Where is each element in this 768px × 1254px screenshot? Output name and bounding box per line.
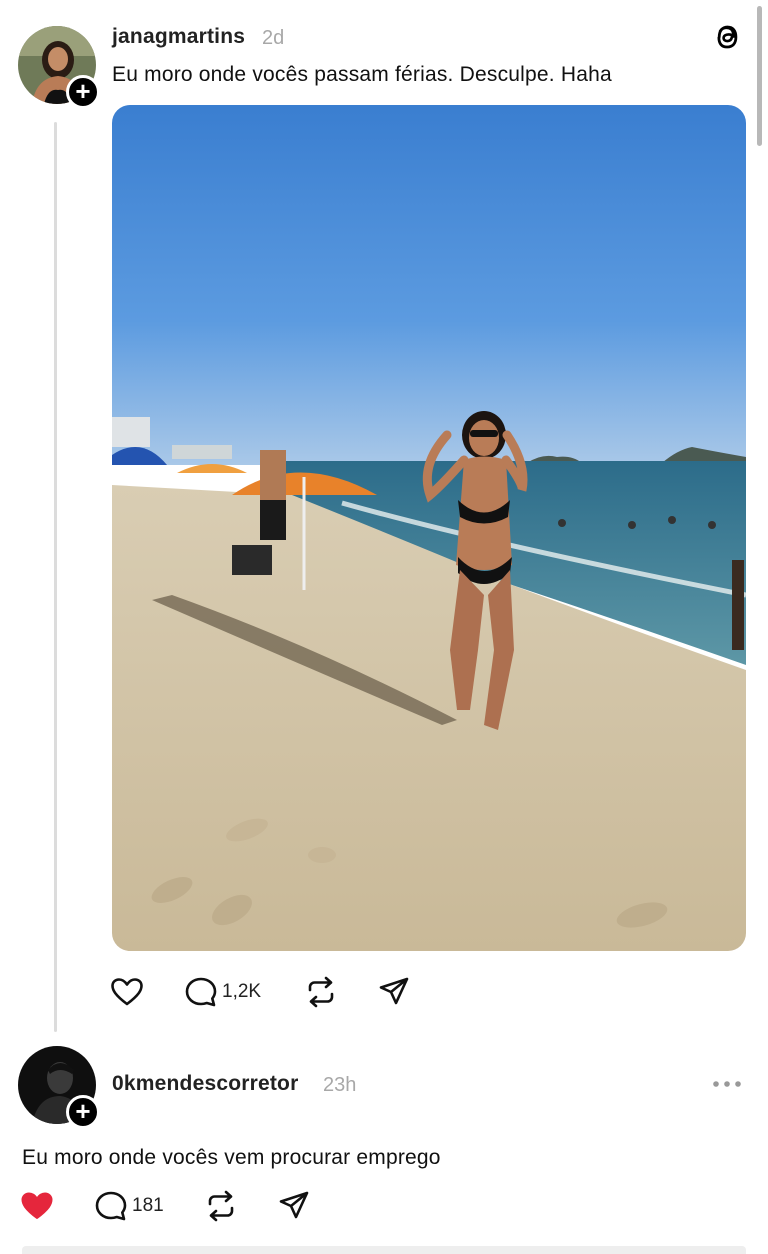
heart-filled-icon [21, 1192, 53, 1219]
post-username[interactable]: janagmartins [112, 25, 245, 49]
reply-timestamp: 23h [323, 1074, 357, 1096]
repost-button[interactable] [304, 976, 338, 1008]
next-post-edge [22, 1246, 746, 1254]
thread-connector-line [54, 122, 57, 1032]
heart-outline-icon [111, 978, 143, 1006]
reply-text: Eu moro onde vocês vem procurar emprego [22, 1146, 441, 1169]
scrollbar[interactable] [757, 6, 762, 146]
reply-count: 181 [132, 1195, 164, 1216]
repost-icon [308, 976, 334, 1008]
like-button[interactable] [110, 977, 144, 1007]
more-options-icon[interactable] [710, 1075, 744, 1093]
post-text: Eu moro onde vocês passam férias. Descul… [112, 63, 612, 86]
comment-icon [95, 1191, 127, 1221]
repost-icon [208, 1190, 234, 1222]
beach-photo[interactable] [112, 105, 746, 951]
repost-button[interactable] [204, 1190, 238, 1222]
reply-button[interactable]: 1,2K [184, 976, 261, 1008]
share-button[interactable] [378, 976, 410, 1008]
like-button[interactable] [20, 1191, 54, 1221]
reply-count: 1,2K [222, 981, 262, 1002]
follow-button[interactable]: + [66, 75, 100, 109]
send-icon [279, 1191, 309, 1219]
beach-photo-image [112, 105, 746, 951]
follow-button[interactable]: + [66, 1095, 100, 1129]
threads-logo-icon[interactable] [710, 20, 744, 54]
reply-username[interactable]: 0kmendescorretor [112, 1072, 298, 1096]
post-timestamp: 2d [262, 27, 285, 49]
share-button[interactable] [278, 1190, 310, 1222]
reply-button[interactable]: 181 [94, 1190, 164, 1222]
send-icon [379, 977, 409, 1005]
comment-icon [185, 977, 217, 1007]
